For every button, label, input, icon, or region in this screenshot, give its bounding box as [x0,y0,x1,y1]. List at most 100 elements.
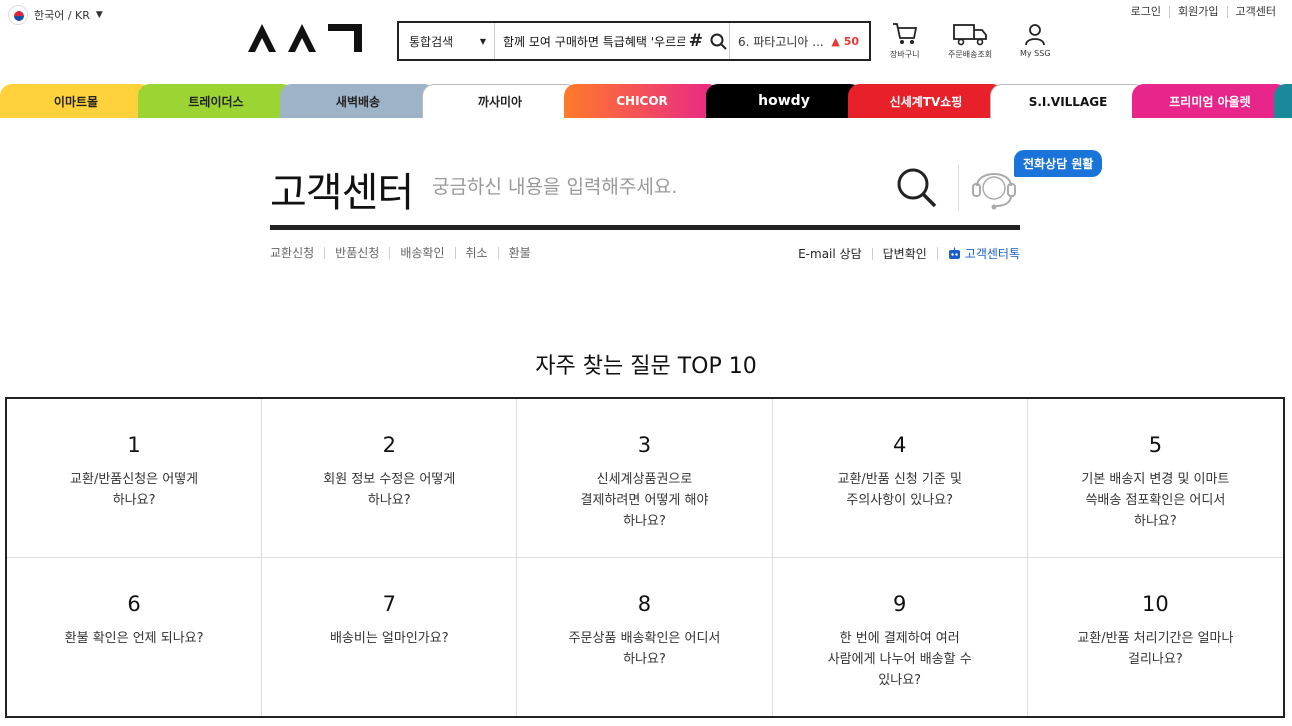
mall-tab-label: 트레이더스 [188,94,244,109]
mall-tab-label: CHICOR [616,94,668,108]
faq-question: 교환/반품 처리기간은 얼마나 걸리나요? [1077,630,1234,667]
language-selector[interactable]: 한국어 / KR ▼ [8,5,103,25]
rank-change: ▲ 50 [831,35,859,48]
global-search: 통합검색 ▼ 함께 모여 구매하면 특급혜택 '우르르' # 6. 파타고니아 … [397,21,871,61]
search-scope-select[interactable]: 통합검색 ▼ [399,23,495,59]
order-tracking-button[interactable]: 주문배송조회 [948,22,992,60]
return-request-link[interactable]: 반품신청 [324,247,389,259]
hashtag-button[interactable]: # [685,31,707,51]
exchange-request-link[interactable]: 교환신청 [270,247,324,259]
faq-item[interactable]: 6 환불 확인은 언제 되나요? [7,557,263,716]
my-ssg-button[interactable]: My SSG [1020,22,1051,58]
customer-talk-link[interactable]: 고객센터톡 [936,246,1020,261]
faq-item[interactable]: 1 교환/반품신청은 어떻게 하나요? [7,399,263,558]
faq-question: 교환/반품 신청 기준 및 주의사항이 있나요? [837,472,962,508]
faq-grid: 1 교환/반품신청은 어떻게 하나요? 2 회원 정보 수정은 어떻게 하나요? 3… [5,397,1285,718]
mall-tab-dawn-delivery[interactable]: 새벽배송 [280,84,436,118]
search-icon[interactable] [707,30,729,52]
mall-tab-label: S.I.VILLAGE [1028,94,1108,109]
customer-center-search: 고객센터 궁금하신 내용을 입력해주세요. 전화상담 원활 [270,150,1103,230]
faq-number: 9 [893,591,907,616]
rank-change-value: 50 [843,34,859,48]
faq-title: 자주 찾는 질문 TOP 10 [535,354,757,379]
order-tracking-label: 주문배송조회 [948,50,993,59]
mall-tab-chicor[interactable]: CHICOR [564,84,720,118]
search-icon[interactable] [895,166,939,214]
service-links: 교환신청 반품신청 배송확인 취소 환불 [270,247,541,259]
faq-number: 8 [637,591,652,616]
faq-question: 환불 확인은 언제 되나요? [64,630,204,646]
mall-tab-label: 새벽배송 [335,94,381,109]
faq-number: 4 [893,433,907,457]
arrow-up-icon: ▲ [831,34,840,48]
faq-question: 교환/반품신청은 어떻게 하나요? [70,472,199,508]
mall-tab-label: 이마트몰 [53,94,99,109]
mall-tab-label: 까사미아 [477,95,523,109]
utility-links: 로그인 회원가입 고객센터 [1123,6,1284,18]
faq-number: 7 [382,591,396,616]
faq-question: 주문상품 배송확인은 어디서 하나요? [568,630,721,667]
faq-number: 6 [127,591,141,616]
mall-tab-shinsegae-tv[interactable]: 신세계TV쇼핑 [848,84,1004,118]
mall-tabs: 이마트몰 트레이더스 새벽배송 까사미아 CHICOR howdy 신세계TV쇼… [0,84,1292,118]
mall-tab-si-village[interactable]: S.I.VILLAGE [990,84,1146,118]
mall-tab-premium-outlet[interactable]: 프리미엄 아울렛 [1132,84,1288,118]
faq-item[interactable]: 8 주문상품 배송확인은 어디서 하나요? [517,557,773,716]
faq-item[interactable]: 7 배송비는 얼마인가요? [262,557,518,716]
faq-number: 1 [127,433,141,457]
caret-down-icon: ▼ [479,36,486,46]
mall-tab-traders[interactable]: 트레이더스 [138,84,294,118]
mall-tab-label: 프리미엄 아울렛 [1169,94,1251,109]
trending-keyword-text: 6. 파타고니아 ... [738,34,824,49]
faq-question: 신세계상품권으로 결제하려면 어떻게 해야 하나요? [580,472,709,529]
user-icon [1025,24,1046,46]
faq-question: 한 번에 결제하여 여러 사람에게 나누어 배송할 수 있나요? [827,630,972,688]
mall-tab-label: 신세계TV쇼핑 [889,94,963,109]
customer-talk-label: 고객센터톡 [964,246,1020,261]
mall-tab-casamia[interactable]: 까사미아 [422,84,578,118]
faq-item[interactable]: 5 기본 배송지 변경 및 이마트 쓱배송 점포확인은 어디서 하나요? [1027,399,1283,558]
language-label: 한국어 / KR [34,9,90,22]
signup-link[interactable]: 회원가입 [1169,6,1226,18]
faq-number: 5 [1148,433,1163,457]
customer-center-link[interactable]: 고객센터 [1226,6,1284,18]
headset-icon[interactable] [970,162,1018,218]
delivery-check-link[interactable]: 배송확인 [389,247,454,259]
cancel-link[interactable]: 취소 [454,247,498,259]
trending-keyword[interactable]: 6. 파타고니아 ... ▲ 50 [729,23,869,59]
cart-label: 장바구니 [890,50,920,59]
answer-check-link[interactable]: 답변확인 [871,247,937,260]
faq-question: 회원 정보 수정은 어떻게 하나요? [323,472,456,508]
faq-number: 2 [382,433,396,457]
faq-item[interactable]: 4 교환/반품 신청 기준 및 주의사항이 있나요? [772,399,1028,558]
faq-question: 기본 배송지 변경 및 이마트 쓱배송 점포확인은 어디서 하나요? [1081,472,1230,529]
faq-item[interactable]: 3 신세계상품권으로 결제하려면 어떻게 해야 하나요? [517,399,773,558]
faq-question: 배송비는 얼마인가요? [329,630,449,646]
faq-search-input[interactable]: 궁금하신 내용을 입력해주세요. [432,172,677,199]
page-title: 고객센터 [270,170,414,216]
caret-down-icon: ▼ [95,10,103,20]
ssg-logo[interactable] [246,22,364,58]
cart-icon [892,23,917,44]
divider [958,164,959,210]
faq-item[interactable]: 2 회원 정보 수정은 어떻게 하나요? [262,399,518,558]
mall-tab-emart[interactable]: 이마트몰 [0,84,152,118]
chatbot-icon [948,247,960,259]
login-link[interactable]: 로그인 [1123,6,1169,18]
cart-button[interactable]: 장바구니 [890,22,919,60]
my-ssg-label: My SSG [1020,49,1051,58]
korea-flag-icon [8,5,28,25]
mall-tab-howdy[interactable]: howdy [706,84,862,118]
faq-item[interactable]: 10 교환/반품 처리기간은 얼마나 걸리나요? [1028,558,1283,717]
search-scope-label: 통합검색 [409,34,454,49]
search-input[interactable]: 함께 모여 구매하면 특급혜택 '우르르' [495,33,685,50]
refund-link[interactable]: 환불 [497,247,541,259]
truck-icon [953,24,987,46]
faq-number: 3 [637,433,652,457]
email-consult-link[interactable]: E-mail 상담 [788,248,872,260]
mall-tab-label: howdy [758,93,810,109]
consult-links: E-mail 상담 답변확인 고객센터톡 [788,247,1020,260]
faq-item[interactable]: 9 한 번에 결제하여 여러 사람에게 나누어 배송할 수 있나요? [773,557,1028,716]
mall-tab-more[interactable] [1274,84,1292,118]
phone-consult-badge: 전화상담 원활 [1014,150,1103,177]
